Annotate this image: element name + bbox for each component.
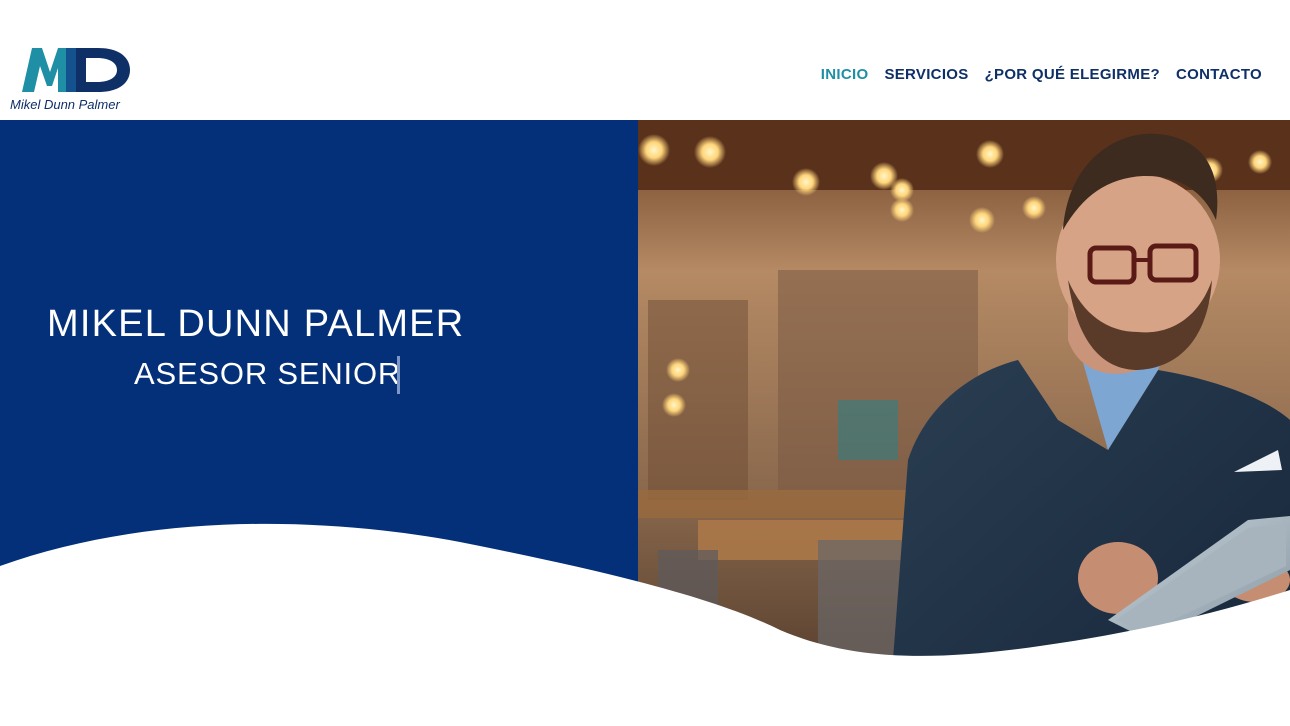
site-header: Mikel Dunn Palmer INICIO SERVICIOS ¿POR …	[0, 0, 1290, 120]
nav-item-por-que-elegirme[interactable]: ¿POR QUÉ ELEGIRME?	[985, 66, 1160, 83]
nav-item-servicios[interactable]: SERVICIOS	[884, 66, 968, 83]
typing-cursor	[397, 356, 400, 394]
logo[interactable]: Mikel Dunn Palmer	[8, 44, 148, 116]
hero-title: MIKEL DUNN PALMER	[47, 303, 465, 345]
md-logo-icon	[22, 48, 130, 92]
hero-wave-divider	[0, 523, 1290, 726]
landing-page: Mikel Dunn Palmer INICIO SERVICIOS ¿POR …	[0, 0, 1290, 726]
logo-text: Mikel Dunn Palmer	[10, 97, 120, 112]
hero-section: MIKEL DUNN PALMER ASESOR SENIOR	[0, 120, 1290, 726]
main-nav: INICIO SERVICIOS ¿POR QUÉ ELEGIRME? CONT…	[821, 66, 1262, 83]
nav-item-contacto[interactable]: CONTACTO	[1176, 66, 1262, 83]
hero-subtitle: ASESOR SENIOR	[134, 356, 402, 391]
nav-item-inicio[interactable]: INICIO	[821, 66, 869, 83]
